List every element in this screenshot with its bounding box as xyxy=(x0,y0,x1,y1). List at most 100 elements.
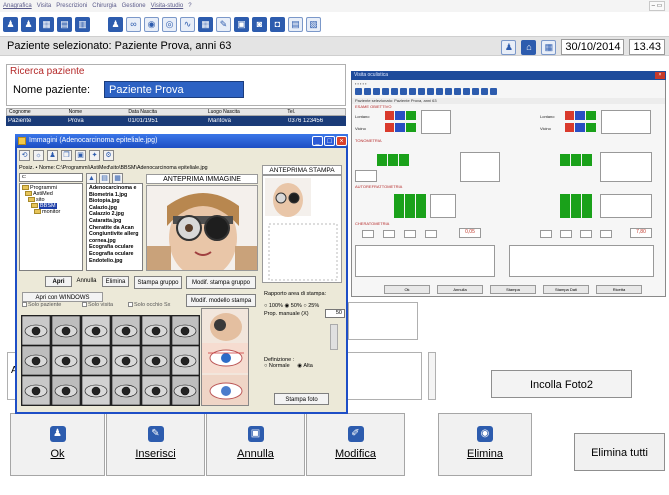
field-white[interactable] xyxy=(600,230,612,238)
table-row[interactable]: Paziente Prova 01/01/1951 Mantova 0376 1… xyxy=(6,116,346,126)
field-green[interactable] xyxy=(416,194,426,218)
grid-icon[interactable]: ▦ xyxy=(198,16,213,32)
notes-field[interactable] xyxy=(421,110,451,134)
tool-icon[interactable] xyxy=(355,88,362,95)
value-field-left[interactable]: 0,05 xyxy=(459,228,481,238)
annulla-dialog-button[interactable]: Annulla xyxy=(73,276,100,287)
tool-icon[interactable] xyxy=(454,88,461,95)
field-green[interactable] xyxy=(399,154,409,166)
field-green[interactable] xyxy=(560,194,570,218)
archive-icon[interactable]: ▦ xyxy=(39,16,54,32)
tool-icon[interactable] xyxy=(382,88,389,95)
apri-button[interactable]: Apri xyxy=(45,276,72,287)
field-white[interactable] xyxy=(580,230,592,238)
notes-panel[interactable] xyxy=(348,302,418,340)
solo-visita-checkbox[interactable]: Solo visita xyxy=(82,302,113,308)
patient-list-icon[interactable]: ♟ xyxy=(21,16,36,32)
radio-alta[interactable]: ◉ Alta xyxy=(297,363,313,369)
visit-stampa-button[interactable]: Stampa xyxy=(490,285,536,294)
patient-name-input[interactable]: Paziente Prova xyxy=(104,81,244,98)
prop-manual-input[interactable]: 50 xyxy=(325,309,345,318)
axis-green-field[interactable] xyxy=(586,111,596,120)
calendar-icon[interactable]: ▤ xyxy=(57,16,72,32)
thumbnail-grid[interactable] xyxy=(21,315,200,406)
tool-icon[interactable] xyxy=(490,88,497,95)
modifica-button[interactable]: ✐ Modifica xyxy=(306,413,405,476)
axis-green-field[interactable] xyxy=(586,123,596,132)
field-white[interactable] xyxy=(383,230,395,238)
notes-area-right[interactable] xyxy=(509,245,654,277)
chart-icon[interactable]: ∿ xyxy=(180,16,195,32)
tool-icon[interactable] xyxy=(400,88,407,95)
menu-gestione[interactable]: Gestione xyxy=(122,3,146,9)
calendar-small-icon[interactable]: ▦ xyxy=(541,39,557,55)
visit-ok-button[interactable]: Ok xyxy=(384,285,430,294)
folder-icon[interactable]: ▣ xyxy=(234,16,249,32)
pen-icon[interactable]: ✎ xyxy=(216,16,231,32)
maximize-icon[interactable]: □ xyxy=(324,136,335,146)
list-item[interactable]: Calazio.jpg xyxy=(89,205,140,212)
elimina-tutti-button[interactable]: Elimina tutti xyxy=(574,433,665,471)
settings-icon[interactable]: ⚙ xyxy=(103,150,114,161)
col-header[interactable]: Luogo Nascita xyxy=(206,109,286,115)
annulla-button[interactable]: ▣ Annulla xyxy=(206,413,305,476)
field-green[interactable] xyxy=(405,194,415,218)
stampa-foto-button[interactable]: Stampa foto xyxy=(274,393,329,405)
stampa-gruppo-button[interactable]: Stampa gruppo xyxy=(134,276,182,289)
file-list[interactable]: Adenocarcinoma e Biometria 1.jpg Biotopi… xyxy=(86,183,143,271)
modif-modello-stampa-button[interactable]: Modif. modello stampa xyxy=(186,294,256,307)
col-header[interactable]: Nome xyxy=(67,109,127,115)
list-item[interactable]: Ecografia oculare xyxy=(89,244,140,251)
copy-icon[interactable]: ❐ xyxy=(61,150,72,161)
notes-field[interactable] xyxy=(600,152,652,182)
field-white[interactable] xyxy=(540,230,552,238)
list-item[interactable]: Biometria 1.jpg xyxy=(89,192,140,199)
field-green[interactable] xyxy=(582,194,592,218)
sph-red-field[interactable] xyxy=(565,111,574,120)
col-header[interactable]: Data Nascita xyxy=(126,109,206,115)
visit-annulla-button[interactable]: Annulla xyxy=(437,285,483,294)
col-header[interactable]: Cognome xyxy=(7,109,67,115)
modif-stampa-gruppo-button[interactable]: Modif. stampa gruppo xyxy=(186,276,256,289)
patient-icon[interactable]: ♟ xyxy=(3,16,18,32)
field-green[interactable] xyxy=(377,154,387,166)
incolla-foto2-button[interactable]: Incolla Foto2 xyxy=(491,370,632,398)
window-minimize-button[interactable]: – ▭ xyxy=(649,1,665,11)
dialog-scrollbar[interactable] xyxy=(330,324,338,350)
field-white[interactable] xyxy=(355,170,377,182)
visit-ricetta-button[interactable]: Ricetta xyxy=(596,285,642,294)
tool-icon[interactable] xyxy=(364,88,371,95)
list-item[interactable]: cornea.jpg xyxy=(89,238,140,245)
list-item[interactable]: Congiuntivite allerg xyxy=(89,231,140,238)
solo-paziente-checkbox[interactable]: Solo paziente xyxy=(22,302,61,308)
inserisci-button[interactable]: ✎ Inserisci xyxy=(106,413,205,476)
field-green[interactable] xyxy=(560,154,570,166)
photo-icon[interactable]: ◘ xyxy=(270,16,285,32)
radio-50[interactable]: ◉ 50% xyxy=(284,303,301,309)
list-item[interactable]: Ecografia oculare xyxy=(89,251,140,258)
tool-icon[interactable] xyxy=(391,88,398,95)
menu-anagrafica[interactable]: Anagrafica xyxy=(3,3,32,9)
cyl-blue-field[interactable] xyxy=(395,111,405,120)
close-icon[interactable]: × xyxy=(655,72,665,79)
col-header[interactable]: Tel. xyxy=(285,109,345,115)
solo-occhio-sx-checkbox[interactable]: Solo occhio Sx xyxy=(128,302,170,308)
radio-normale[interactable]: ○ Normale xyxy=(264,363,290,369)
tool-icon[interactable] xyxy=(472,88,479,95)
field-green[interactable] xyxy=(582,154,592,166)
list-item[interactable]: Calazzio 2.jpg xyxy=(89,211,140,218)
notes-field[interactable] xyxy=(600,194,652,218)
eye-icon[interactable]: ◉ xyxy=(144,16,159,32)
list-item[interactable]: Cataratta.jpg xyxy=(89,218,140,225)
menu-visita-studio[interactable]: Visita-studio xyxy=(151,3,184,9)
person-icon[interactable]: ♟ xyxy=(47,150,58,161)
tool-icon[interactable] xyxy=(373,88,380,95)
folder-tree[interactable]: Programmi AstiMed sito BBSM monitor xyxy=(19,183,83,271)
list-item[interactable]: Endotelio.jpg xyxy=(89,258,140,265)
field-green[interactable] xyxy=(571,154,581,166)
ok-button[interactable]: ♟ Ok xyxy=(10,413,105,476)
tool-icon[interactable] xyxy=(427,88,434,95)
close-icon[interactable]: × xyxy=(336,136,347,146)
field-white[interactable] xyxy=(425,230,437,238)
radio-100[interactable]: ○ 100% xyxy=(264,303,283,309)
